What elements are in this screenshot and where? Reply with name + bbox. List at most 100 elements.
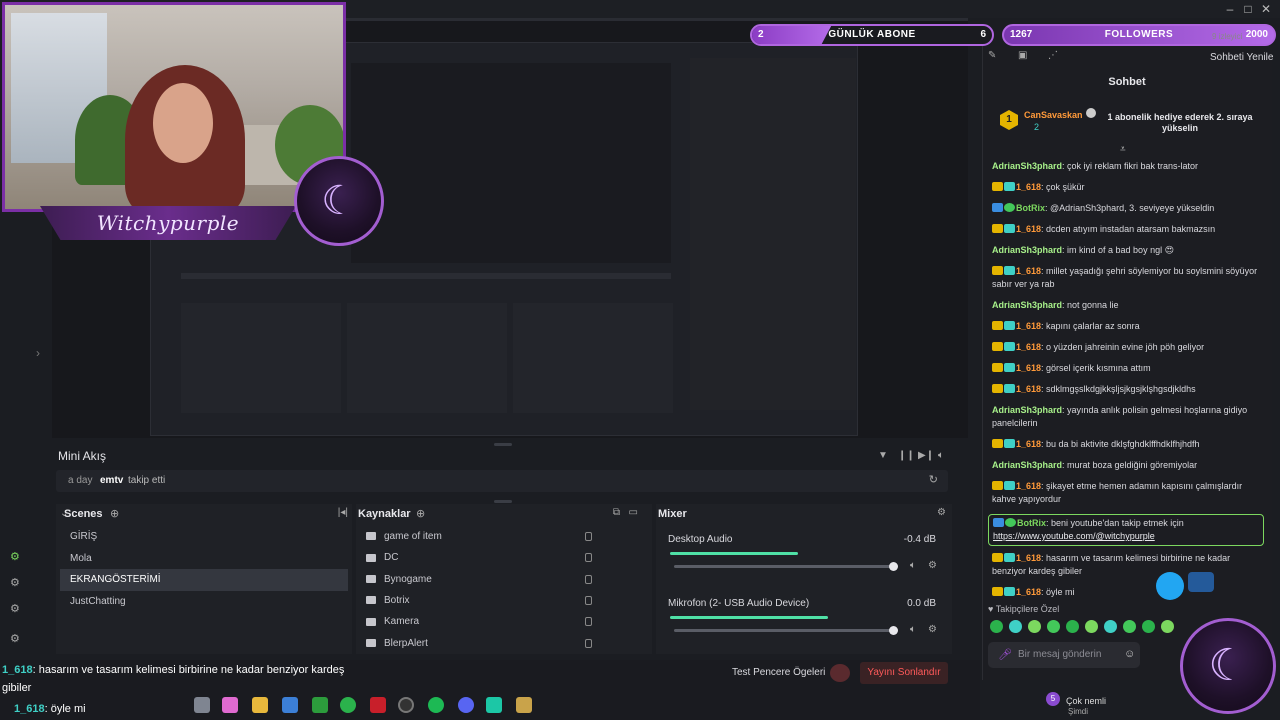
chat-username[interactable]: 1_618: [1016, 363, 1041, 373]
source-item[interactable]: BlerpAlert: [360, 633, 600, 654]
lock-icon[interactable]: [585, 532, 592, 541]
chat-username[interactable]: 1_618: [1016, 224, 1041, 234]
volume-slider-handle[interactable]: [889, 626, 898, 635]
volume-slider[interactable]: [674, 626, 898, 635]
chat-username[interactable]: 1_618: [1016, 587, 1041, 597]
chat-username[interactable]: 1_618: [1016, 481, 1041, 491]
notification-title[interactable]: Çok nemli: [1066, 696, 1106, 706]
chat-username[interactable]: AdrianSh3phard: [992, 245, 1062, 255]
taskview-icon[interactable]: [194, 697, 210, 713]
emote-icon[interactable]: [1104, 620, 1117, 633]
test-window-items-button[interactable]: Test Pencere Ögeleri: [732, 667, 825, 678]
source-item[interactable]: DC: [360, 547, 600, 568]
copilot-icon[interactable]: [222, 697, 238, 713]
chat-username[interactable]: 1_618: [1016, 342, 1041, 352]
emote-icon[interactable]: [1009, 620, 1022, 633]
source-item[interactable]: game of item: [360, 526, 600, 547]
chat-username[interactable]: AdrianSh3phard: [992, 460, 1062, 470]
discord-icon[interactable]: [458, 697, 474, 713]
emote-icon[interactable]: [1066, 620, 1079, 633]
add-source-icon[interactable]: ⊕: [416, 507, 425, 520]
chat-username[interactable]: 1_618: [1016, 266, 1041, 276]
skip-icon[interactable]: ▶❙: [918, 450, 934, 461]
lock-icon[interactable]: [585, 574, 592, 584]
emote-icon[interactable]: [1142, 620, 1155, 633]
app-icon[interactable]: [486, 697, 502, 713]
file-explorer-icon[interactable]: [252, 697, 268, 713]
lock-icon[interactable]: [585, 638, 592, 648]
expand-chevron-icon[interactable]: ⩡: [1120, 144, 1126, 155]
emote-icon[interactable]: [1161, 620, 1174, 633]
source-item[interactable]: Kamera: [360, 611, 600, 632]
lock-icon[interactable]: [585, 617, 592, 627]
scene-item[interactable]: GİRİŞ: [60, 526, 348, 548]
close-icon[interactable]: ✕: [1258, 2, 1274, 16]
emote-icon[interactable]: [1028, 620, 1041, 633]
speaker-icon[interactable]: 🔈︎: [910, 624, 916, 635]
scene-item[interactable]: EKRANGÖSTERİMİ: [60, 569, 348, 591]
emote-icon[interactable]: [1085, 620, 1098, 633]
chat-username[interactable]: AdrianSh3phard: [992, 161, 1062, 171]
scenes-chevron-icon[interactable]: ⌄: [60, 508, 68, 519]
chat-username[interactable]: 1_618: [1016, 439, 1041, 449]
channel-settings-icon[interactable]: ⚙: [928, 624, 937, 635]
edit-icon[interactable]: ✎: [988, 50, 996, 61]
source-item[interactable]: Bynogame: [360, 569, 600, 590]
obs-icon[interactable]: [398, 697, 414, 713]
maximize-icon[interactable]: □: [1240, 2, 1256, 16]
netflix-icon[interactable]: [370, 697, 386, 713]
chat-username[interactable]: BotRix: [1017, 518, 1046, 528]
chat-message: 1_618: çok şükür: [992, 181, 1262, 194]
pause-icon[interactable]: ❙❙: [898, 450, 915, 461]
channel-settings-icon[interactable]: ⚙: [928, 560, 937, 571]
minimize-icon[interactable]: –: [1222, 2, 1238, 16]
chat-username[interactable]: BotRix: [1016, 203, 1045, 213]
rail-icon-1[interactable]: ⚙: [10, 550, 20, 563]
emoji-icon[interactable]: ☺: [1124, 648, 1135, 660]
source-item[interactable]: Botrix: [360, 590, 600, 611]
volume-slider[interactable]: [674, 562, 898, 571]
chat-username[interactable]: AdrianSh3phard: [992, 405, 1062, 415]
mixer-settings-icon[interactable]: ⚙: [937, 507, 946, 518]
delete-icon[interactable]: ▣: [1018, 50, 1027, 61]
filter-icon[interactable]: ▼: [878, 450, 888, 461]
xbox-icon[interactable]: [312, 697, 328, 713]
panel-splitter-2[interactable]: [494, 500, 512, 503]
chat-username[interactable]: 1_618: [1016, 321, 1041, 331]
mic-icon[interactable]: 🎤︎: [998, 648, 1012, 661]
whatsapp-icon[interactable]: [340, 697, 356, 713]
source-settings-icon[interactable]: ⧉: [613, 507, 620, 518]
chat-username[interactable]: 1_618: [1016, 182, 1041, 192]
emote-icon[interactable]: [990, 620, 1003, 633]
chat-link[interactable]: https://www.youtube.com/@witchypurple: [993, 531, 1155, 541]
chat-username[interactable]: 1_618: [1016, 384, 1041, 394]
scene-item[interactable]: JustChatting: [60, 591, 348, 613]
chat-username[interactable]: 1_618: [1016, 553, 1041, 563]
add-scene-icon[interactable]: ⊕: [110, 507, 119, 520]
chat-refresh-button[interactable]: Sohbeti Yenile: [1210, 52, 1273, 63]
pinned-count: 2: [1034, 122, 1040, 132]
rail-icon-3[interactable]: ⚙: [10, 602, 20, 615]
emote-icon[interactable]: [1123, 620, 1136, 633]
spotify-icon[interactable]: [428, 697, 444, 713]
refresh-icon[interactable]: ↻: [929, 473, 938, 486]
end-stream-button[interactable]: Yayını Sonlandır: [860, 662, 948, 684]
scene-item[interactable]: Mola: [60, 548, 348, 570]
emote-icon[interactable]: [1047, 620, 1060, 633]
lock-icon[interactable]: [585, 595, 592, 605]
volume-icon[interactable]: 🔈︎: [938, 450, 944, 461]
scenes-collapse-icon[interactable]: |◂|: [338, 507, 348, 518]
store-icon[interactable]: [282, 697, 298, 713]
lock-icon[interactable]: [585, 553, 592, 563]
speaker-icon[interactable]: 🔈︎: [910, 560, 916, 571]
panel-splitter[interactable]: [494, 443, 512, 446]
rail-icon-2[interactable]: ⚙: [10, 576, 20, 589]
collapse-left-icon[interactable]: ›: [36, 346, 40, 360]
chat-message: AdrianSh3phard: not gonna lie: [992, 299, 1262, 312]
league-icon[interactable]: [516, 697, 532, 713]
chat-username[interactable]: AdrianSh3phard: [992, 300, 1062, 310]
share-icon[interactable]: ⋰: [1048, 50, 1058, 61]
source-layout-icon[interactable]: ▭: [629, 507, 638, 518]
settings-icon[interactable]: ⚙: [10, 632, 20, 645]
volume-slider-handle[interactable]: [889, 562, 898, 571]
